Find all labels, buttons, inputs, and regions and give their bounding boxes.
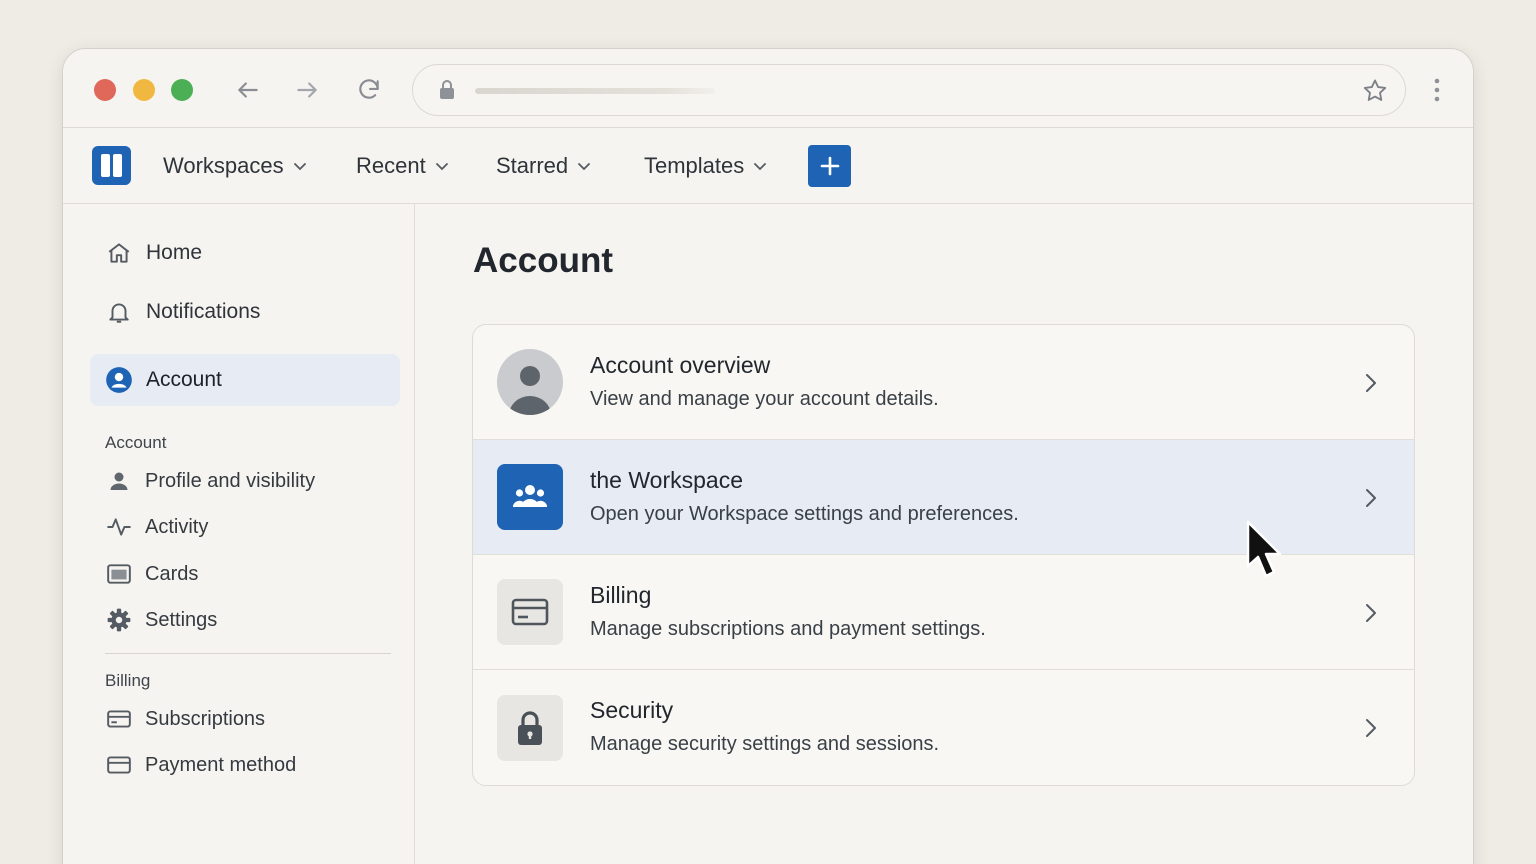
row-title: the Workspace <box>590 467 743 493</box>
star-icon[interactable] <box>1361 77 1389 105</box>
row-description: Open your Workspace settings and prefere… <box>590 503 1019 525</box>
app-logo[interactable] <box>92 146 131 185</box>
sidebar-heading-account: Account <box>105 433 167 452</box>
sidebar: Home Notifications Account Account Profi… <box>63 204 415 864</box>
back-button[interactable] <box>232 74 264 106</box>
sidebar-item-label: Activity <box>145 515 209 538</box>
sidebar-item-account[interactable]: Account <box>90 354 400 406</box>
chevron-down-icon <box>754 163 767 171</box>
reload-button[interactable] <box>353 74 385 106</box>
sidebar-item-settings[interactable]: Settings <box>105 602 217 638</box>
sidebar-item-label: Home <box>146 241 203 264</box>
address-bar[interactable] <box>412 64 1406 116</box>
sidebar-item-payment-method[interactable]: Payment method <box>105 747 296 783</box>
sidebar-item-cards[interactable]: Cards <box>105 556 198 592</box>
user-circle-icon <box>105 366 133 394</box>
credit-card-icon <box>497 579 563 645</box>
sidebar-item-label: Settings <box>145 608 218 631</box>
sidebar-item-profile[interactable]: Profile and visibility <box>105 463 315 499</box>
more-vertical-icon[interactable] <box>1425 76 1449 104</box>
mouse-cursor-icon <box>1246 520 1282 578</box>
sidebar-divider <box>105 653 391 654</box>
sidebar-item-label: Payment method <box>145 753 297 776</box>
nav-workspaces[interactable]: Workspaces <box>163 152 308 180</box>
chevron-right-icon <box>1366 489 1376 507</box>
team-icon <box>497 464 563 530</box>
sidebar-item-label: Profile and visibility <box>145 469 316 492</box>
avatar <box>497 349 563 415</box>
lock-icon <box>497 694 563 761</box>
plus-icon <box>820 156 839 176</box>
nav-templates[interactable]: Templates <box>644 152 768 180</box>
sidebar-item-home[interactable]: Home <box>90 227 400 279</box>
nav-starred[interactable]: Starred <box>496 152 592 180</box>
bell-icon <box>105 298 133 326</box>
row-description: View and manage your account details. <box>590 388 939 410</box>
browser-window: Workspaces Recent Starred Templates Home <box>62 48 1474 864</box>
forward-button[interactable] <box>291 74 323 106</box>
sidebar-item-notifications[interactable]: Notifications <box>90 286 400 338</box>
credit-card-icon <box>105 751 133 779</box>
row-account-overview[interactable]: Account overview View and manage your ac… <box>473 325 1414 440</box>
app-header: Workspaces Recent Starred Templates <box>63 128 1473 204</box>
page-title: Account <box>473 241 613 280</box>
create-button[interactable] <box>808 145 851 187</box>
sidebar-item-label: Subscriptions <box>145 707 266 730</box>
nav-recent-label: Recent <box>356 153 426 178</box>
card-icon <box>105 560 133 588</box>
sidebar-item-activity[interactable]: Activity <box>105 509 208 545</box>
chevron-right-icon <box>1366 719 1376 737</box>
chevron-down-icon <box>435 163 448 171</box>
browser-titlebar <box>63 49 1473 128</box>
sidebar-item-label: Notifications <box>146 300 261 323</box>
user-icon <box>105 467 133 495</box>
sidebar-heading-billing: Billing <box>105 671 151 690</box>
maximize-window-button[interactable] <box>171 79 193 101</box>
chevron-right-icon <box>1366 374 1376 392</box>
nav-templates-label: Templates <box>644 153 745 178</box>
row-title: Account overview <box>590 352 771 378</box>
activity-icon <box>105 513 133 541</box>
sidebar-item-label: Account <box>146 368 222 391</box>
gear-icon <box>105 606 133 634</box>
row-title: Billing <box>590 582 652 608</box>
arrow-left-icon <box>238 82 258 98</box>
minimize-window-button[interactable] <box>133 79 155 101</box>
nav-starred-label: Starred <box>496 153 569 178</box>
chevron-down-icon <box>578 163 591 171</box>
nav-recent[interactable]: Recent <box>356 152 450 180</box>
nav-workspaces-label: Workspaces <box>163 153 284 178</box>
lock-icon <box>440 80 454 99</box>
arrow-right-icon <box>297 82 317 98</box>
sidebar-item-subscriptions[interactable]: Subscriptions <box>105 701 265 737</box>
url-text <box>475 88 715 94</box>
home-icon <box>105 239 133 267</box>
sidebar-item-label: Cards <box>145 562 199 585</box>
row-title: Security <box>590 697 674 723</box>
row-security[interactable]: Security Manage security settings and se… <box>473 670 1414 785</box>
credit-card-icon <box>105 705 133 733</box>
row-description: Manage security settings and sessions. <box>590 733 940 755</box>
close-window-button[interactable] <box>94 79 116 101</box>
row-description: Manage subscriptions and payment setting… <box>590 618 986 640</box>
chevron-right-icon <box>1366 604 1376 622</box>
reload-icon <box>359 79 379 99</box>
chevron-down-icon <box>293 163 306 171</box>
